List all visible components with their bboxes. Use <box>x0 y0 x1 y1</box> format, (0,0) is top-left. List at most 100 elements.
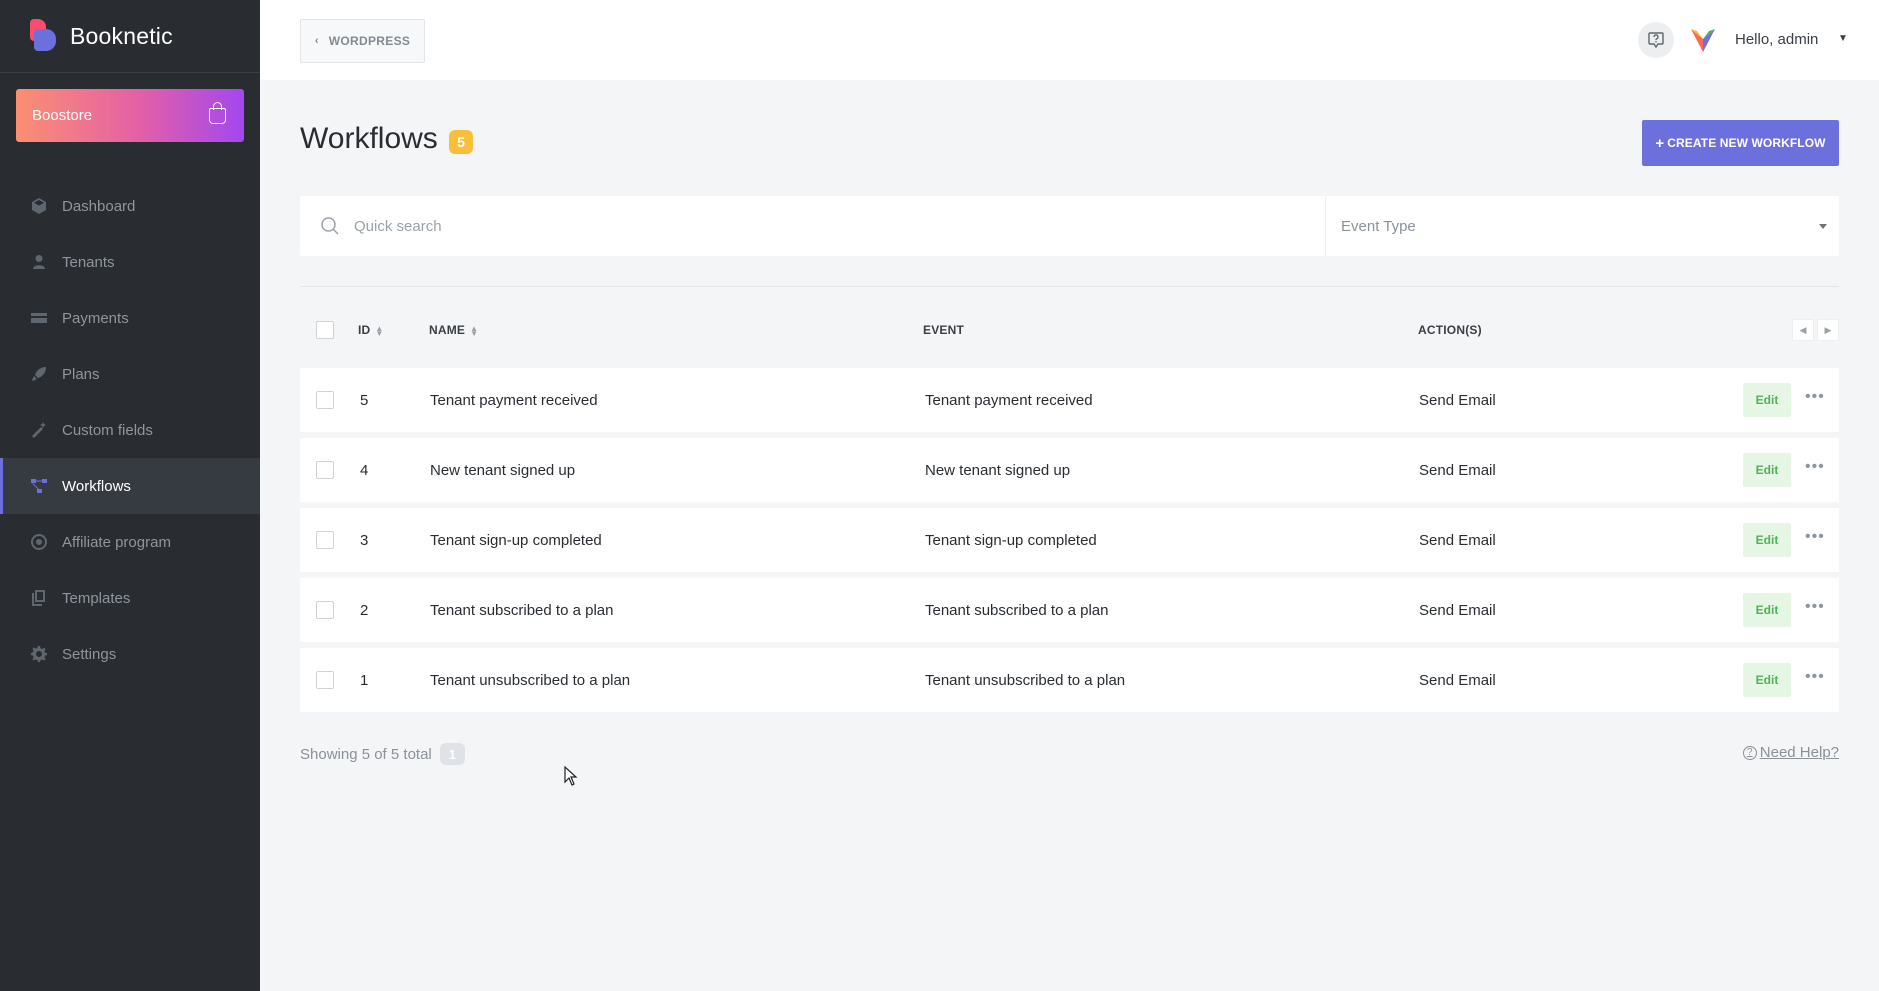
need-help-label: Need Help? <box>1759 744 1839 761</box>
more-options-icon[interactable]: ••• <box>1805 458 1825 476</box>
user-icon <box>31 254 47 270</box>
table-row[interactable]: 1 Tenant unsubscribed to a plan Tenant u… <box>300 648 1839 712</box>
top-header: ‹ WORDPRESS Hello, admin ▼ <box>260 0 1879 80</box>
row-id: 3 <box>360 531 369 549</box>
column-header-actions: ACTION(S) <box>1418 323 1482 337</box>
row-action: Send Email <box>1419 531 1496 549</box>
select-all-checkbox[interactable] <box>316 321 334 339</box>
row-id: 4 <box>360 461 369 479</box>
sidebar-item-workflows[interactable]: Workflows <box>0 458 260 514</box>
table-row[interactable]: 3 Tenant sign-up completed Tenant sign-u… <box>300 508 1839 572</box>
row-action: Send Email <box>1419 461 1496 479</box>
back-to-wordpress-button[interactable]: ‹ WORDPRESS <box>300 19 425 63</box>
credit-card-icon <box>31 310 47 326</box>
edit-button[interactable]: Edit <box>1743 383 1791 417</box>
cube-icon <box>31 198 47 214</box>
sidebar-item-payments[interactable]: Payments <box>0 290 260 346</box>
sidebar-item-templates[interactable]: Templates <box>0 570 260 626</box>
table-row[interactable]: 5 Tenant payment received Tenant payment… <box>300 368 1839 432</box>
row-event: Tenant payment received <box>925 391 1093 409</box>
pagination-info: Showing 5 of 5 total 1 <box>300 743 465 765</box>
showing-total-text: Showing 5 of 5 total <box>300 745 432 763</box>
sidebar-item-label: Dashboard <box>62 197 136 215</box>
mouse-cursor-icon <box>564 766 578 786</box>
page-number-button[interactable]: 1 <box>439 743 465 765</box>
table-row[interactable]: 2 Tenant subscribed to a plan Tenant sub… <box>300 578 1839 642</box>
search-icon <box>321 217 339 235</box>
magic-wand-icon <box>31 422 47 438</box>
title-row: Workflows 5 + CREATE NEW WORKFLOW <box>300 120 1839 166</box>
column-header-id[interactable]: ID ▲ ▼ <box>358 323 384 337</box>
event-type-select[interactable]: Event Type <box>1326 196 1839 256</box>
sidebar-item-plans[interactable]: Plans <box>0 346 260 402</box>
more-options-icon[interactable]: ••• <box>1805 668 1825 686</box>
count-badge: 5 <box>449 130 473 154</box>
question-chat-icon <box>1648 32 1664 49</box>
column-header-event: EVENT <box>923 323 965 337</box>
row-checkbox[interactable] <box>316 461 334 479</box>
chevron-down-icon[interactable]: ▼ <box>1838 33 1848 44</box>
row-event: New tenant signed up <box>925 461 1071 479</box>
table-row[interactable]: 4 New tenant signed up New tenant signed… <box>300 438 1839 502</box>
sidebar-item-label: Custom fields <box>62 421 153 439</box>
more-options-icon[interactable]: ••• <box>1805 388 1825 406</box>
back-to-wordpress-label: WORDPRESS <box>328 34 411 48</box>
sidebar-item-custom-fields[interactable]: Custom fields <box>0 402 260 458</box>
row-name: Tenant payment received <box>430 391 598 409</box>
row-event: Tenant unsubscribed to a plan <box>925 671 1126 689</box>
sidebar-item-label: Workflows <box>62 477 131 495</box>
row-name: New tenant signed up <box>430 461 576 479</box>
user-greeting[interactable]: Hello, admin <box>1735 31 1818 48</box>
divider <box>300 286 1839 287</box>
sidebar-item-label: Affiliate program <box>62 533 171 551</box>
support-button[interactable] <box>1638 22 1674 58</box>
question-circle-icon: ? <box>1742 745 1757 760</box>
row-name: Tenant unsubscribed to a plan <box>430 671 631 689</box>
sidebar-item-settings[interactable]: Settings <box>0 626 260 682</box>
edit-button[interactable]: Edit <box>1743 453 1791 487</box>
create-new-workflow-button[interactable]: + CREATE NEW WORKFLOW <box>1642 120 1839 166</box>
row-event: Tenant subscribed to a plan <box>925 601 1109 619</box>
sidebar-item-label: Settings <box>62 645 117 663</box>
edit-button[interactable]: Edit <box>1743 523 1791 557</box>
target-icon <box>31 534 47 550</box>
boostore-button[interactable]: Boostore <box>16 89 244 142</box>
event-type-placeholder: Event Type <box>1341 217 1416 235</box>
sidebar-item-tenants[interactable]: Tenants <box>0 234 260 290</box>
row-action: Send Email <box>1419 601 1496 619</box>
need-help-link[interactable]: ? Need Help? <box>1742 744 1839 761</box>
row-checkbox[interactable] <box>316 601 334 619</box>
row-id: 5 <box>360 391 369 409</box>
edit-button[interactable]: Edit <box>1743 663 1791 697</box>
sidebar-item-label: Payments <box>62 309 129 327</box>
search-input[interactable]: Quick search <box>300 196 1326 256</box>
sidebar-item-label: Plans <box>62 365 100 383</box>
brand-name: Booknetic <box>70 22 173 49</box>
chevron-right-icon[interactable]: ▶ <box>1817 319 1839 341</box>
column-header-name[interactable]: NAME ▲ ▼ <box>429 323 478 337</box>
more-options-icon[interactable]: ••• <box>1805 598 1825 616</box>
more-options-icon[interactable]: ••• <box>1805 528 1825 546</box>
sidebar-item-label: Templates <box>62 589 131 607</box>
search-placeholder: Quick search <box>354 217 442 235</box>
edit-button[interactable]: Edit <box>1743 593 1791 627</box>
sidebar-item-affiliate-program[interactable]: Affiliate program <box>0 514 260 570</box>
brand[interactable]: Booknetic <box>0 0 260 73</box>
row-event: Tenant sign-up completed <box>925 531 1097 549</box>
caret-down-icon <box>1819 223 1827 229</box>
workflow-icon <box>31 478 47 494</box>
row-checkbox[interactable] <box>316 391 334 409</box>
avatar[interactable] <box>1690 27 1716 53</box>
sidebar-item-dashboard[interactable]: Dashboard <box>0 178 260 234</box>
sidebar-nav: Dashboard Tenants Payments Plans Custom … <box>0 178 260 682</box>
sidebar-item-label: Tenants <box>62 253 115 271</box>
row-checkbox[interactable] <box>316 531 334 549</box>
row-id: 1 <box>360 671 369 689</box>
row-checkbox[interactable] <box>316 671 334 689</box>
column-header-id-label: ID <box>358 323 371 337</box>
page-title: Workflows <box>300 122 438 155</box>
sort-icon: ▲ ▼ <box>470 323 479 338</box>
chevron-left-icon[interactable]: ◀ <box>1792 319 1814 341</box>
create-new-workflow-label: CREATE NEW WORKFLOW <box>1667 136 1826 150</box>
copy-icon <box>31 590 47 606</box>
